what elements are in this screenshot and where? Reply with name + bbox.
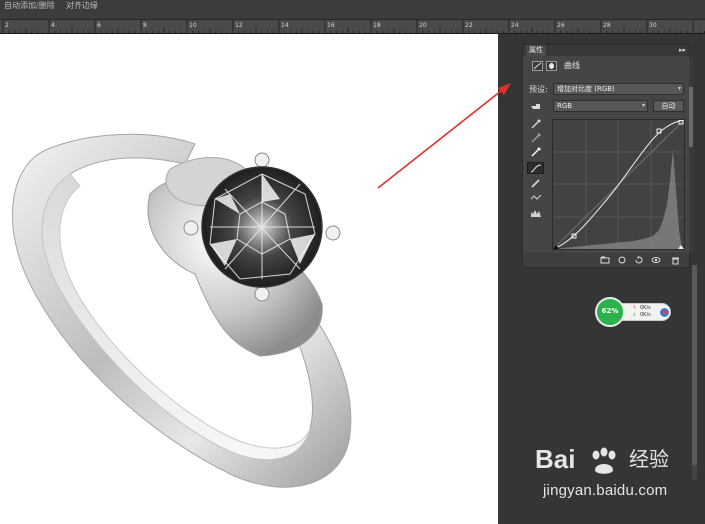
auto-button[interactable]: 自动	[653, 100, 684, 112]
adjustment-title: 曲线	[564, 61, 580, 70]
pencil-icon[interactable]	[527, 177, 544, 189]
panel-tab-bar: 属性 ▸▸	[523, 45, 689, 56]
watermark-brand: Bai	[535, 444, 576, 474]
ruler-label: 20	[419, 22, 427, 29]
watermark-brand-tail: 经验	[629, 447, 669, 471]
preset-label: 预设:	[529, 85, 548, 94]
scrollbar-thumb[interactable]	[692, 265, 697, 465]
panel-scrollbar[interactable]	[689, 57, 693, 253]
auto-add-delete-option[interactable]: 自动添加/删除	[4, 1, 55, 11]
curves-adjustment-icon[interactable]	[532, 61, 543, 71]
ruler-label: 28	[603, 22, 611, 29]
ruler-label: 12	[235, 22, 243, 29]
ruler-label: 16	[327, 22, 335, 29]
properties-panel: 属性 ▸▸ 曲线 预设: 增加对比度 (RGB) ▾ RGB ▾ 自动	[522, 44, 693, 268]
clipping-warning-icon[interactable]	[527, 207, 544, 219]
ruler-label: 4	[51, 22, 55, 29]
ruler-ticks: 2 4 6 8 10 12 14 16 18 20 22 24 26 28 30	[2, 20, 705, 34]
accelerator-ball-icon[interactable]	[659, 307, 670, 318]
ruler-label: 6	[97, 22, 101, 29]
upload-speed: 0K/s	[640, 305, 651, 311]
scrollbar-thumb[interactable]	[689, 87, 693, 147]
trash-icon[interactable]	[670, 255, 680, 265]
baidu-jingyan-watermark: Bai 经验 jingyan.baidu.com	[535, 444, 685, 514]
chevron-down-icon: ▾	[677, 85, 681, 92]
usage-percent: 62%	[601, 307, 619, 315]
ruler-label: 22	[465, 22, 473, 29]
channel-dropdown[interactable]: RGB ▾	[553, 100, 648, 112]
preset-value: 增加对比度 (RGB)	[557, 85, 615, 93]
adjustment-header: 曲线	[523, 57, 689, 75]
watermark-url: jingyan.baidu.com	[543, 482, 668, 499]
preset-dropdown[interactable]: 增加对比度 (RGB) ▾	[553, 83, 684, 95]
ruler-label: 8	[143, 22, 147, 29]
paw-logo-icon	[592, 447, 616, 474]
ruler-label: 30	[649, 22, 657, 29]
ruler-label: 18	[373, 22, 381, 29]
ruler-label: 2	[5, 22, 9, 29]
clip-to-layer-icon[interactable]	[600, 255, 610, 265]
collapse-panel-icon[interactable]: ▸▸	[679, 45, 686, 56]
eyedropper-white-icon[interactable]	[527, 146, 544, 158]
layer-mask-icon[interactable]	[546, 61, 557, 71]
upload-arrow-icon: ↑	[632, 305, 637, 311]
reset-icon[interactable]	[634, 255, 644, 265]
options-bar: 自动添加/删除 对齐边缘	[0, 0, 705, 20]
annotation-arrow	[377, 83, 511, 189]
eyedropper-gray-icon[interactable]	[527, 132, 544, 144]
dock-scrollbar[interactable]	[692, 265, 697, 480]
ruler-label: 10	[189, 22, 197, 29]
align-edges-option[interactable]: 对齐边缘	[66, 1, 98, 11]
ruler-label: 14	[281, 22, 289, 29]
ruler-label: 26	[557, 22, 565, 29]
photoshop-window: 自动添加/删除 对齐边缘 2 4 6 8 10 12 14 16 18 20 22 24 26 28 30	[0, 0, 705, 524]
panel-bottom-bar	[523, 253, 689, 267]
curve-point-icon[interactable]	[527, 162, 544, 174]
eyedropper-black-icon[interactable]	[527, 118, 544, 130]
view-previous-icon[interactable]	[617, 255, 627, 265]
smooth-icon[interactable]	[527, 191, 544, 203]
download-speed: 0K/s	[640, 312, 651, 318]
curves-plot	[552, 119, 685, 250]
hand-target-icon[interactable]	[530, 102, 542, 111]
ruler-label: 24	[511, 22, 519, 29]
channel-value: RGB	[557, 102, 573, 110]
tab-properties[interactable]: 属性	[526, 45, 546, 56]
horizontal-ruler: 2 4 6 8 10 12 14 16 18 20 22 24 26 28 30	[0, 20, 705, 34]
network-speed-widget[interactable]: 62% ↑ ↓ 0K/s 0K/s	[595, 297, 673, 327]
curves-graph[interactable]	[552, 119, 685, 250]
chevron-down-icon: ▾	[641, 102, 645, 109]
visibility-eye-icon[interactable]	[651, 255, 661, 265]
download-arrow-icon: ↓	[632, 312, 637, 318]
